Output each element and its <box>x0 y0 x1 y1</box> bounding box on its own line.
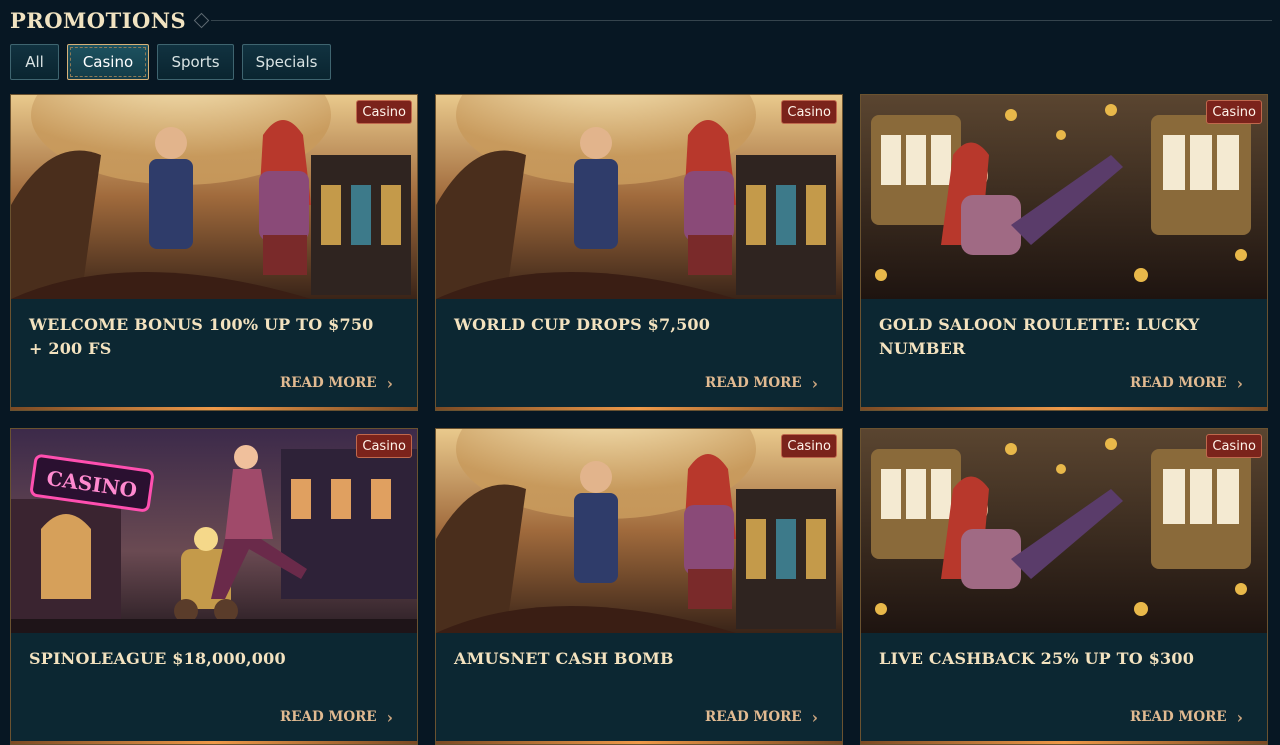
read-more-label: READ MORE <box>1129 375 1227 391</box>
category-badge: Casino <box>356 100 412 124</box>
promo-image <box>436 429 842 633</box>
category-badge: Casino <box>781 434 837 458</box>
chevron-right-icon: › <box>1236 373 1243 393</box>
read-more-link[interactable]: READ MORE › <box>705 705 818 729</box>
category-badge: Casino <box>356 434 412 458</box>
tab-specials[interactable]: Specials <box>242 44 331 80</box>
page-header: PROMOTIONS <box>10 6 1272 34</box>
promo-card[interactable]: CASINO Casino SPINOLEAGUE $18,000,000 RE… <box>10 428 418 745</box>
category-badge: Casino <box>1206 100 1262 124</box>
promo-image <box>11 95 417 299</box>
filter-tabs: All Casino Sports Specials <box>10 44 331 80</box>
read-more-link[interactable]: READ MORE › <box>1130 371 1243 395</box>
chevron-right-icon: › <box>1236 707 1243 727</box>
chevron-right-icon: › <box>386 373 393 393</box>
chevron-right-icon: › <box>386 707 393 727</box>
read-more-label: READ MORE <box>704 709 802 725</box>
read-more-label: READ MORE <box>279 709 377 725</box>
promo-title: WORLD CUP DROPS $7,500 <box>454 315 711 334</box>
promo-card[interactable]: Casino WELCOME BONUS 100% UP TO $750 + 2… <box>10 94 418 411</box>
promo-title: LIVE CASHBACK 25% UP TO $300 <box>879 649 1195 668</box>
title-divider <box>211 19 1272 21</box>
promo-card[interactable]: Casino WORLD CUP DROPS $7,500 READ MORE … <box>435 94 843 411</box>
read-more-link[interactable]: READ MORE › <box>280 705 393 729</box>
promo-title: AMUSNET CASH BOMB <box>454 649 674 668</box>
tab-all[interactable]: All <box>10 44 59 80</box>
promo-image <box>861 429 1267 633</box>
promo-title: WELCOME BONUS 100% UP TO $750 + 200 FS <box>29 315 374 358</box>
promo-card[interactable]: Casino AMUSNET CASH BOMB READ MORE › <box>435 428 843 745</box>
promo-image: CASINO <box>11 429 417 633</box>
diamond-ornament-icon <box>193 12 210 28</box>
promo-title: GOLD SALOON ROULETTE: LUCKY NUMBER <box>879 315 1200 358</box>
category-badge: Casino <box>781 100 837 124</box>
chevron-right-icon: › <box>811 707 818 727</box>
promo-card[interactable]: Casino GOLD SALOON ROULETTE: LUCKY NUMBE… <box>860 94 1268 411</box>
page-title: PROMOTIONS <box>10 7 187 33</box>
read-more-label: READ MORE <box>279 375 377 391</box>
chevron-right-icon: › <box>811 373 818 393</box>
tab-casino[interactable]: Casino <box>67 44 149 80</box>
category-badge: Casino <box>1206 434 1262 458</box>
promo-title: SPINOLEAGUE $18,000,000 <box>29 649 286 668</box>
promo-image <box>861 95 1267 299</box>
read-more-link[interactable]: READ MORE › <box>280 371 393 395</box>
read-more-label: READ MORE <box>704 375 802 391</box>
read-more-link[interactable]: READ MORE › <box>1130 705 1243 729</box>
read-more-label: READ MORE <box>1129 709 1227 725</box>
promo-card[interactable]: Casino LIVE CASHBACK 25% UP TO $300 READ… <box>860 428 1268 745</box>
tab-sports[interactable]: Sports <box>157 44 234 80</box>
promo-image <box>436 95 842 299</box>
read-more-link[interactable]: READ MORE › <box>705 371 818 395</box>
